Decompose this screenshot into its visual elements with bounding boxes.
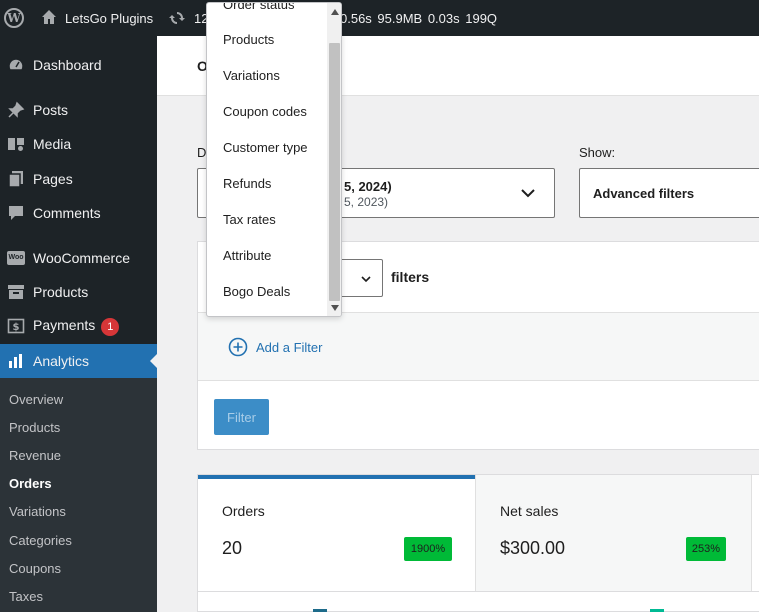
- sidebar-item-comments[interactable]: Comments: [0, 196, 157, 230]
- sidebar-item-payments[interactable]: $ Payments 1: [0, 309, 157, 343]
- payments-notification-badge: 1: [101, 317, 120, 336]
- summary-tile-label: Net sales: [500, 503, 559, 519]
- dropdown-option-order-status[interactable]: Order status: [223, 3, 295, 12]
- sidebar-item-label: Analytics: [33, 353, 90, 369]
- dropdown-option-products[interactable]: Products: [223, 32, 274, 47]
- admin-sidebar: Dashboard Posts Media Pages Comments Woo…: [0, 36, 158, 612]
- updates-icon[interactable]: [168, 9, 186, 27]
- submenu-item-variations[interactable]: Variations: [9, 504, 66, 519]
- admin-bar: W LetsGo Plugins 12 0.56s 95.9MB 0.03s 1…: [0, 0, 759, 36]
- scroll-down-arrow-icon[interactable]: [331, 305, 339, 311]
- date-range-compare: 5, 2023): [344, 195, 389, 209]
- summary-tile-net-sales[interactable]: Net sales $300.00 253%: [475, 475, 752, 591]
- archive-icon: [7, 283, 25, 301]
- submenu-item-revenue[interactable]: Revenue: [9, 448, 61, 463]
- sidebar-item-woocommerce[interactable]: Woo WooCommerce: [0, 241, 157, 275]
- wordpress-logo-icon[interactable]: W: [4, 8, 24, 28]
- chevron-down-icon: [521, 189, 535, 198]
- date-range-primary: 5, 2024): [344, 179, 392, 194]
- home-icon[interactable]: [41, 9, 57, 25]
- summary-tile-value: 20: [222, 538, 243, 558]
- pages-icon: [7, 170, 25, 188]
- submenu-item-coupons[interactable]: Coupons: [9, 561, 61, 576]
- svg-text:$: $: [13, 322, 20, 333]
- sidebar-item-label: Comments: [33, 205, 101, 221]
- add-filter-link[interactable]: Add a Filter: [256, 340, 322, 355]
- sidebar-item-label: Media: [33, 136, 72, 152]
- submenu-item-taxes[interactable]: Taxes: [9, 589, 43, 604]
- dropdown-option-customer-type[interactable]: Customer type: [223, 140, 308, 155]
- analytics-submenu: Overview Products Revenue Orders Variati…: [0, 378, 157, 612]
- show-filter-select[interactable]: Advanced filters: [579, 168, 759, 218]
- comment-icon: [7, 204, 25, 222]
- sidebar-item-label: WooCommerce: [33, 250, 130, 266]
- show-filter-value: Advanced filters: [593, 186, 695, 201]
- sidebar-item-pages[interactable]: Pages: [0, 162, 157, 196]
- payments-icon: $: [7, 317, 25, 335]
- filter-button[interactable]: Filter: [214, 399, 269, 435]
- filter-type-dropdown[interactable]: Order status Products Variations Coupon …: [206, 2, 342, 317]
- dashboard-icon: [7, 56, 25, 74]
- sidebar-item-label: Posts: [33, 102, 69, 118]
- chevron-down-icon: [361, 276, 371, 283]
- dropdown-option-attribute[interactable]: Attribute: [223, 248, 271, 263]
- sidebar-item-posts[interactable]: Posts: [0, 93, 157, 127]
- summary-tile-orders[interactable]: Orders 20 1900%: [198, 475, 475, 591]
- scroll-up-arrow-icon[interactable]: [331, 9, 339, 15]
- sidebar-item-label: Payments 1: [33, 317, 120, 336]
- summary-tile-delta: 253%: [686, 537, 726, 561]
- match-rule-select[interactable]: [338, 259, 383, 297]
- summary-numbers: Orders 20 1900% Net sales $300.00 253%: [197, 474, 759, 592]
- media-icon: [7, 135, 25, 153]
- dropdown-option-refunds[interactable]: Refunds: [223, 176, 271, 191]
- summary-tile-value: $300.00: [500, 538, 566, 558]
- date-range-label: D: [197, 145, 207, 160]
- dropdown-scrollbar-thumb[interactable]: [329, 43, 340, 301]
- add-filter-row: Add a Filter: [198, 313, 759, 381]
- submenu-item-products[interactable]: Products: [9, 420, 60, 435]
- chart-legend-strip: [197, 592, 759, 612]
- submenu-item-overview[interactable]: Overview: [9, 392, 63, 407]
- submenu-item-categories[interactable]: Categories: [9, 533, 72, 548]
- site-name-link[interactable]: LetsGo Plugins: [65, 11, 153, 26]
- sidebar-item-analytics[interactable]: Analytics: [0, 344, 158, 378]
- woo-icon-text: Woo: [7, 251, 25, 265]
- chart-bar-icon: [7, 352, 25, 370]
- summary-tile-label: Orders: [222, 503, 265, 519]
- query-monitor-stats[interactable]: 0.56s 95.9MB 0.03s 199Q: [340, 11, 497, 26]
- dropdown-option-bogo-deals[interactable]: Bogo Deals: [223, 284, 290, 299]
- show-label: Show:: [579, 145, 616, 160]
- dropdown-option-variations[interactable]: Variations: [223, 68, 280, 83]
- dropdown-option-coupon-codes[interactable]: Coupon codes: [223, 104, 307, 119]
- plus-circle-icon[interactable]: [228, 337, 248, 357]
- sidebar-item-dashboard[interactable]: Dashboard: [0, 48, 157, 82]
- dropdown-option-tax-rates[interactable]: Tax rates: [223, 212, 276, 227]
- filters-title: filters: [391, 269, 430, 285]
- pin-icon: [7, 101, 25, 119]
- sidebar-item-label: Pages: [33, 171, 73, 187]
- submenu-item-orders[interactable]: Orders: [9, 476, 52, 491]
- sidebar-item-label: Products: [33, 284, 89, 300]
- summary-tile-delta: 1900%: [404, 537, 452, 561]
- woo-icon: Woo: [7, 249, 25, 267]
- sidebar-item-media[interactable]: Media: [0, 127, 157, 161]
- sidebar-item-label: Dashboard: [33, 57, 102, 73]
- sidebar-item-products[interactable]: Products: [0, 275, 157, 309]
